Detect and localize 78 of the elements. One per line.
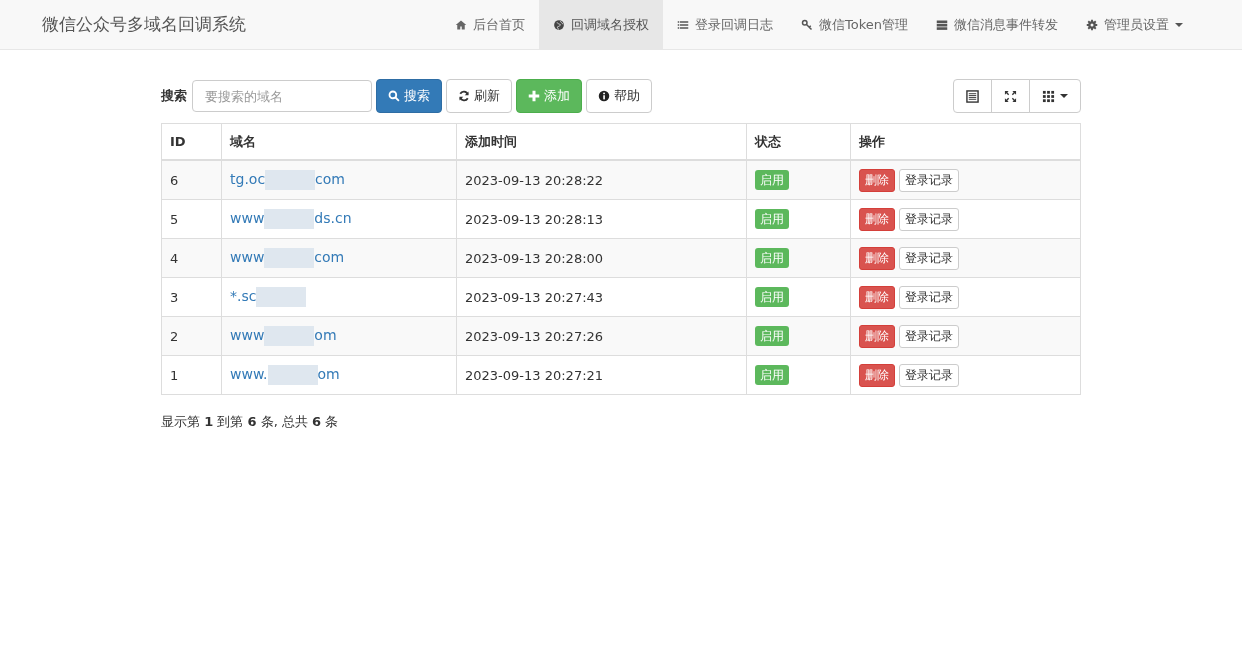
plus-icon bbox=[528, 90, 540, 102]
redaction-blur bbox=[264, 209, 315, 229]
list-view-icon bbox=[966, 89, 979, 103]
delete-button[interactable]: 删除 bbox=[859, 207, 895, 231]
globe-icon bbox=[553, 18, 565, 31]
redaction-blur bbox=[264, 248, 315, 268]
search-button[interactable]: 搜索 bbox=[376, 79, 442, 113]
nav-tab[interactable]: 后台首页 bbox=[441, 0, 539, 49]
table-cell: 2 bbox=[161, 316, 222, 356]
status-label: 启用 bbox=[755, 208, 789, 229]
delete-button[interactable]: 删除 bbox=[859, 246, 895, 270]
status-label: 启用 bbox=[755, 286, 789, 307]
login-log-button[interactable]: 登录记录 bbox=[899, 363, 959, 387]
status-label: 启用 bbox=[755, 247, 789, 268]
table-cell: 6 bbox=[161, 160, 222, 200]
domain-link[interactable]: om bbox=[314, 326, 337, 343]
domain-link[interactable]: om bbox=[317, 365, 340, 382]
login-log-button[interactable]: 登录记录 bbox=[899, 207, 959, 231]
redaction-blur bbox=[256, 287, 307, 307]
refresh-icon bbox=[458, 90, 470, 102]
table-cell: 2023-09-13 20:27:26 bbox=[456, 316, 747, 356]
table-cell: 3 bbox=[161, 277, 222, 317]
info-icon bbox=[598, 90, 610, 102]
table-cell: 2023-09-13 20:28:22 bbox=[456, 160, 747, 200]
domain-link[interactable]: *.sc bbox=[230, 287, 257, 304]
table-cell: 2023-09-13 20:28:00 bbox=[456, 238, 747, 278]
app-title: 微信公众号多域名回调系统 bbox=[42, 13, 246, 36]
domain-link[interactable]: com bbox=[314, 248, 345, 265]
delete-button[interactable]: 删除 bbox=[859, 285, 895, 309]
login-log-button[interactable]: 登录记录 bbox=[899, 324, 959, 348]
pagination-info: 显示第 1 到第 6 条, 总共 6 条 bbox=[161, 413, 340, 431]
login-log-button[interactable]: 登录记录 bbox=[899, 168, 959, 192]
key-icon bbox=[801, 18, 813, 31]
caret-icon bbox=[1060, 94, 1068, 98]
fullscreen-button[interactable] bbox=[991, 79, 1030, 113]
redaction-blur bbox=[265, 170, 316, 190]
domain-link[interactable]: com bbox=[315, 170, 345, 187]
fullscreen-icon bbox=[1004, 89, 1017, 103]
redaction-blur bbox=[264, 326, 315, 346]
home-icon bbox=[455, 18, 467, 31]
login-log-button[interactable]: 登录记录 bbox=[899, 285, 959, 309]
nav-tab[interactable]: 微信消息事件转发 bbox=[922, 0, 1072, 49]
info-button[interactable]: 帮助 bbox=[586, 79, 652, 113]
nav-tab[interactable]: 管理员设置 bbox=[1072, 0, 1197, 49]
grid-icon bbox=[1042, 89, 1055, 103]
redaction-blur bbox=[267, 365, 318, 385]
gear-icon bbox=[1086, 18, 1098, 31]
table-cell: 2023-09-13 20:28:13 bbox=[456, 199, 747, 239]
search-icon bbox=[388, 90, 400, 102]
table-cell: 2023-09-13 20:27:21 bbox=[456, 355, 747, 395]
plus-button[interactable]: 添加 bbox=[516, 79, 582, 113]
search-field[interactable]: 要搜索的域名 bbox=[192, 80, 372, 112]
domain-link[interactable]: www bbox=[230, 326, 265, 343]
table-cell: 4 bbox=[161, 238, 222, 278]
domain-link[interactable]: ds.cn bbox=[314, 209, 352, 226]
columns-dropdown-button[interactable] bbox=[1029, 79, 1081, 113]
nav-tab[interactable]: 回调域名授权 bbox=[539, 0, 663, 49]
delete-button[interactable]: 删除 bbox=[859, 168, 895, 192]
domain-link[interactable]: www. bbox=[230, 365, 268, 382]
domain-link[interactable]: tg.oc bbox=[230, 170, 266, 187]
status-label: 启用 bbox=[755, 169, 789, 190]
list-icon bbox=[677, 18, 689, 31]
refresh-button[interactable]: 刷新 bbox=[446, 79, 512, 113]
delete-button[interactable]: 删除 bbox=[859, 363, 895, 387]
delete-button[interactable]: 删除 bbox=[859, 324, 895, 348]
login-log-button[interactable]: 登录记录 bbox=[899, 246, 959, 270]
search-label: 搜索 bbox=[161, 87, 187, 105]
table-cell: 2023-09-13 20:27:43 bbox=[456, 277, 747, 317]
domain-link[interactable]: www bbox=[230, 248, 265, 265]
table-cell: 1 bbox=[161, 355, 222, 395]
status-label: 启用 bbox=[755, 325, 789, 346]
view-toggle-button[interactable] bbox=[953, 79, 992, 113]
status-label: 启用 bbox=[755, 364, 789, 385]
domain-link[interactable]: www bbox=[230, 209, 265, 226]
nav-tab[interactable]: 登录回调日志 bbox=[663, 0, 787, 49]
nav-tab[interactable]: 微信Token管理 bbox=[787, 0, 922, 49]
server-icon bbox=[936, 18, 948, 31]
table-cell: 5 bbox=[161, 199, 222, 239]
